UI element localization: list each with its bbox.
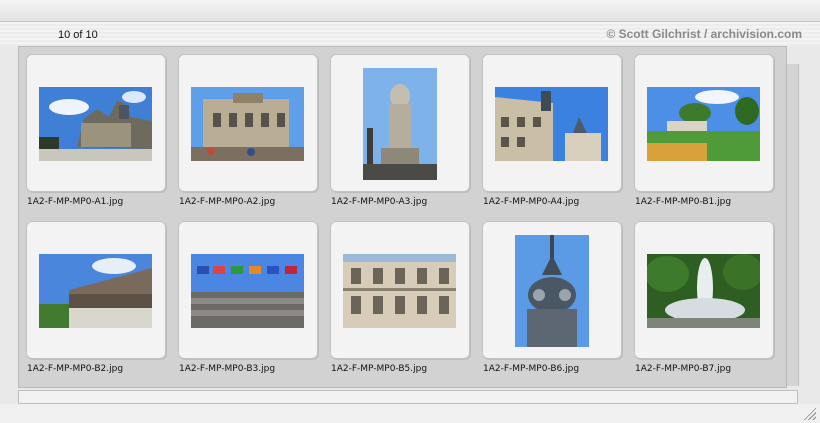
window-top-bar [0, 0, 820, 22]
thumbnail-slide-6[interactable]: 1A2-F-MP-MP0-B2.jpg [26, 221, 166, 374]
thumbnail-slide-2[interactable]: 1A2-F-MP-MP0-A2.jpg [178, 54, 318, 207]
thumbnail-caption-1: 1A2-F-MP-MP0-A1.jpg [27, 197, 124, 207]
thumbnail-slide-7[interactable]: 1A2-F-MP-MP0-B3.jpg [178, 221, 318, 374]
thumbnail-image-10[interactable] [647, 254, 760, 328]
thumbnail-image-7[interactable] [191, 254, 304, 328]
thumbnail-slide-1[interactable]: 1A2-F-MP-MP0-A1.jpg [26, 54, 166, 207]
resize-grip-icon[interactable] [804, 408, 816, 420]
thumbnail-caption-9: 1A2-F-MP-MP0-B6.jpg [483, 364, 580, 374]
thumbnail-image-4[interactable] [495, 87, 608, 161]
thumbnail-image-9[interactable] [515, 235, 589, 347]
thumbnail-image-1[interactable] [39, 87, 152, 161]
photo-credit: © Scott Gilchrist / archivision.com [606, 27, 802, 41]
thumbnail-slide-4[interactable]: 1A2-F-MP-MP0-A4.jpg [482, 54, 622, 207]
thumbnail-caption-10: 1A2-F-MP-MP0-B7.jpg [635, 364, 732, 374]
thumbnail-caption-5: 1A2-F-MP-MP0-B1.jpg [635, 197, 732, 207]
thumbnail-image-8[interactable] [343, 254, 456, 328]
thumbnail-caption-4: 1A2-F-MP-MP0-A4.jpg [483, 197, 580, 207]
thumbnail-caption-8: 1A2-F-MP-MP0-B5.jpg [331, 364, 428, 374]
thumbnail-slide-8[interactable]: 1A2-F-MP-MP0-B5.jpg [330, 221, 470, 374]
image-counter: 10 of 10 [58, 29, 98, 41]
scrollbar-track[interactable] [787, 64, 799, 386]
thumbnail-caption-6: 1A2-F-MP-MP0-B2.jpg [27, 364, 124, 374]
thumbnail-image-3[interactable] [363, 68, 437, 180]
thumbnail-image-2[interactable] [191, 87, 304, 161]
thumbnail-slide-3[interactable]: 1A2-F-MP-MP0-A3.jpg [330, 54, 470, 207]
thumbnail-slide-9[interactable]: 1A2-F-MP-MP0-B6.jpg [482, 221, 622, 374]
thumbnail-caption-2: 1A2-F-MP-MP0-A2.jpg [179, 197, 276, 207]
thumbnail-image-5[interactable] [647, 87, 760, 161]
thumbnail-caption-3: 1A2-F-MP-MP0-A3.jpg [331, 197, 428, 207]
footer [0, 404, 820, 423]
thumbnail-caption-7: 1A2-F-MP-MP0-B3.jpg [179, 364, 276, 374]
thumbnail-slide-5[interactable]: 1A2-F-MP-MP0-B1.jpg [634, 54, 774, 207]
thumbnail-image-6[interactable] [39, 254, 152, 328]
status-bar [18, 390, 798, 404]
thumbnail-slide-10[interactable]: 1A2-F-MP-MP0-B7.jpg [634, 221, 774, 374]
